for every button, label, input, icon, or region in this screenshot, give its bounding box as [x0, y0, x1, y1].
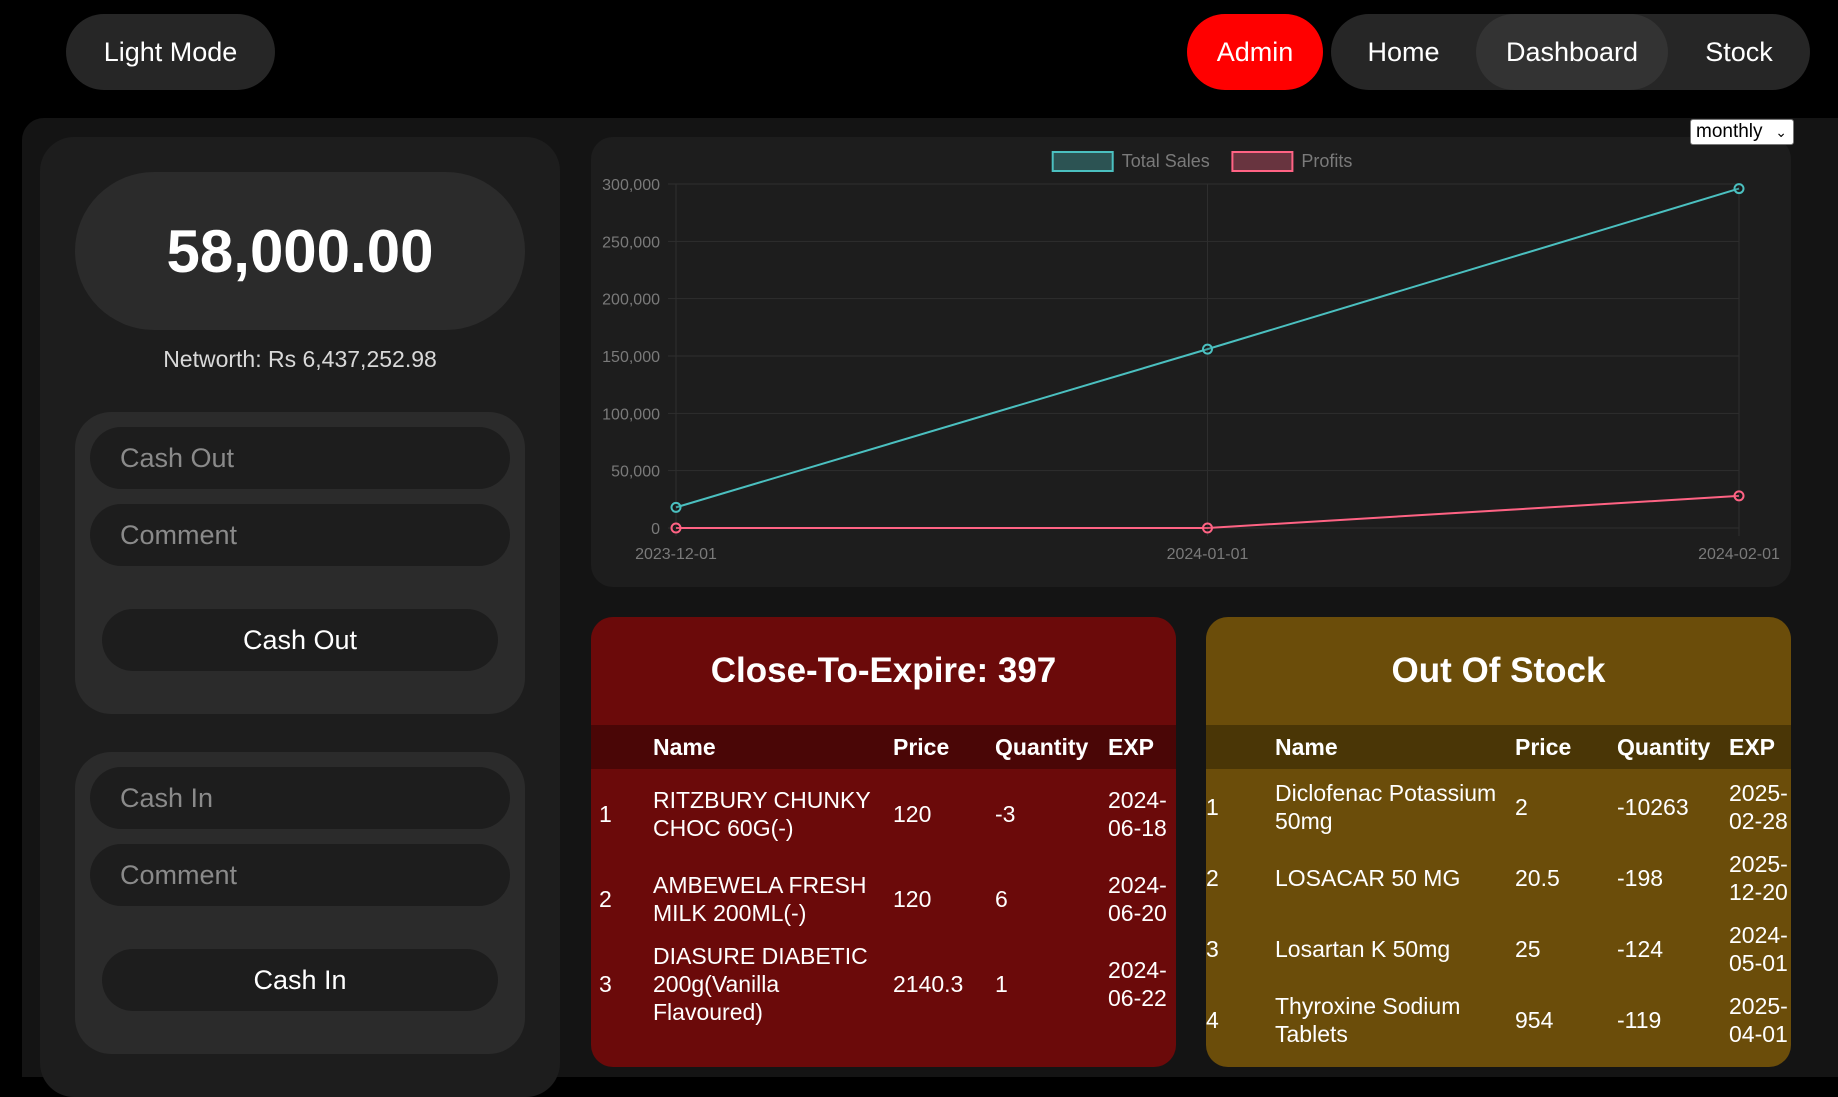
header-price: Price	[893, 733, 950, 760]
data-point	[1202, 522, 1213, 534]
row-name: RITZBURY CHUNKY CHOC 60G(-)	[653, 787, 871, 841]
y-tick-label: 300,000	[602, 177, 660, 194]
y-tick-label: 0	[651, 521, 660, 538]
row-index: 2	[1206, 865, 1219, 891]
row-quantity: 1	[995, 971, 1008, 997]
row-exp: 2025-04-01	[1729, 993, 1788, 1047]
data-point	[1733, 490, 1745, 502]
row-index: 1	[1206, 794, 1219, 820]
period-select-value: monthly	[1696, 121, 1763, 142]
table-header: Name Price Quantity EXP	[1206, 725, 1791, 769]
cash-in-amount-input[interactable]	[90, 767, 510, 829]
row-price: 25	[1515, 936, 1541, 962]
header-quantity: Quantity	[995, 733, 1089, 760]
y-tick-label: 200,000	[602, 292, 660, 309]
nav-home[interactable]: Home	[1331, 14, 1476, 90]
data-point	[1733, 183, 1745, 195]
header-price: Price	[1515, 733, 1572, 760]
table-row[interactable]: 3 Losartan K 50mg 25 -124 2024-05-01	[1206, 913, 1791, 985]
balance-amount: 58,000.00	[75, 172, 525, 330]
table-row[interactable]: 2 LOSACAR 50 MG 20.5 -198 2025-12-20	[1206, 843, 1791, 913]
out-of-stock-title: Out Of Stock	[1391, 651, 1606, 690]
cash-in-button[interactable]: Cash In	[102, 949, 498, 1011]
data-point	[670, 522, 682, 534]
top-nav-bar: Light Mode Admin Home Dashboard Stock	[0, 0, 1838, 110]
legend-label: Profits	[1301, 151, 1352, 171]
row-index: 2	[599, 886, 612, 912]
row-price: 2	[1515, 794, 1528, 820]
header-exp: EXP	[1108, 733, 1155, 760]
table-row[interactable]: 3 DIASURE DIABETIC 200g(Vanilla Flavoure…	[591, 941, 1176, 1027]
nav-dashboard[interactable]: Dashboard	[1476, 14, 1668, 90]
cash-in-comment-input[interactable]	[90, 844, 510, 906]
x-tick-label: 2023-12-01	[635, 546, 717, 563]
header-name: Name	[1275, 733, 1338, 760]
header-quantity: Quantity	[1617, 733, 1711, 760]
main-nav: Home Dashboard Stock	[1331, 14, 1810, 90]
row-quantity: -198	[1617, 865, 1664, 891]
cash-out-form: Cash Out	[75, 412, 525, 714]
close-to-expire-table: Close-To-Expire: 397 Name Price Quantity…	[591, 617, 1176, 1067]
legend-label: Total Sales	[1122, 151, 1210, 171]
row-price: 120	[893, 886, 932, 912]
row-quantity: -124	[1617, 936, 1664, 962]
row-exp: 2024-06-20	[1108, 872, 1167, 926]
chevron-down-icon: ⌄	[1775, 124, 1787, 140]
row-exp: 2024-06-22	[1108, 957, 1167, 1011]
x-tick-label: 2024-01-01	[1167, 546, 1249, 563]
row-name: AMBEWELA FRESH MILK 200ML(-)	[653, 872, 867, 926]
row-exp: 2025-12-20	[1729, 851, 1788, 905]
row-name: Diclofenac Potassium 50mg	[1275, 780, 1497, 834]
x-tick-label: 2024-02-01	[1698, 546, 1780, 563]
y-tick-label: 150,000	[602, 349, 660, 366]
row-name: Thyroxine Sodium Tablets	[1275, 993, 1461, 1047]
cash-out-amount-input[interactable]	[90, 427, 510, 489]
row-index: 3	[599, 971, 612, 997]
close-to-expire-title: Close-To-Expire: 397	[710, 651, 1057, 690]
row-price: 120	[893, 801, 932, 827]
row-index: 4	[1206, 1007, 1219, 1033]
row-name: Losartan K 50mg	[1275, 936, 1451, 962]
row-quantity: -3	[995, 801, 1016, 827]
row-quantity: -119	[1617, 1007, 1662, 1033]
y-tick-label: 250,000	[602, 234, 660, 251]
light-mode-button[interactable]: Light Mode	[66, 14, 275, 90]
header-exp: EXP	[1729, 733, 1776, 760]
y-tick-label: 50,000	[611, 464, 660, 481]
row-quantity: -10263	[1617, 794, 1689, 820]
table-row[interactable]: 1 RITZBURY CHUNKY CHOC 60G(-) 120 -3 202…	[591, 771, 1176, 857]
sales-profit-line-chart: 0 50,000 100,000 150,000 200,000 250,000 300,0…	[602, 151, 1780, 563]
data-point	[1202, 343, 1213, 355]
table-row[interactable]: 2 AMBEWELA FRESH MILK 200ML(-) 120 6 202…	[591, 857, 1176, 941]
row-quantity: 6	[995, 886, 1008, 912]
cash-out-comment-input[interactable]	[90, 504, 510, 566]
row-name: DIASURE DIABETIC 200g(Vanilla Flavoured)	[653, 943, 868, 1025]
row-exp: 2024-06-18	[1108, 787, 1167, 841]
row-price: 2140.3	[893, 971, 964, 997]
table-row[interactable]: 1 Diclofenac Potassium 50mg 2 -10263 202…	[1206, 771, 1791, 843]
row-exp: 2025-02-28	[1729, 780, 1788, 834]
cash-out-button[interactable]: Cash Out	[102, 609, 498, 671]
legend-swatch	[1051, 151, 1114, 172]
row-exp: 2024-05-01	[1729, 922, 1788, 976]
admin-button[interactable]: Admin	[1187, 14, 1323, 90]
period-select[interactable]: monthly ⌄	[1690, 119, 1794, 145]
table-row[interactable]: 4 Thyroxine Sodium Tablets 954 -119 2025…	[1206, 985, 1791, 1055]
nav-stock[interactable]: Stock	[1668, 14, 1810, 90]
y-tick-label: 100,000	[602, 406, 660, 423]
row-price: 954	[1515, 1007, 1554, 1033]
out-of-stock-table: Out Of Stock Name Price Quantity EXP 1 D…	[1206, 617, 1791, 1067]
networth-text: Networth: Rs 6,437,252.98	[163, 346, 437, 372]
header-name: Name	[653, 733, 716, 760]
row-index: 3	[1206, 936, 1219, 962]
row-index: 1	[599, 801, 612, 827]
legend-swatch	[1231, 151, 1294, 172]
table-header: Name Price Quantity EXP	[591, 725, 1176, 769]
cash-in-form: Cash In	[75, 752, 525, 1054]
data-point	[670, 501, 682, 513]
row-name: LOSACAR 50 MG	[1275, 865, 1461, 891]
row-price: 20.5	[1515, 865, 1560, 891]
